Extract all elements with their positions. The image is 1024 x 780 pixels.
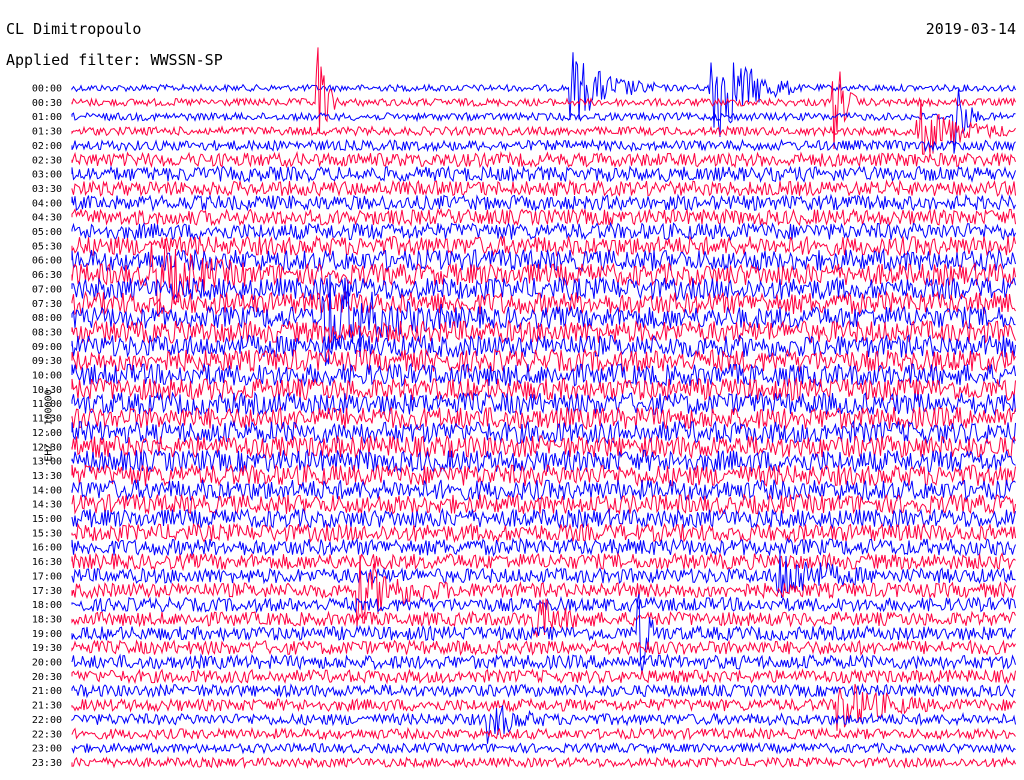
time-tick-label: 10:30 <box>32 385 62 396</box>
time-tick-label: 03:00 <box>32 170 62 181</box>
time-tick-label: 14:00 <box>32 485 62 496</box>
trace-row <box>71 551 1016 572</box>
trace-row <box>71 165 1016 184</box>
time-tick-label: 12:30 <box>32 442 62 453</box>
trace-row <box>71 52 1016 138</box>
time-tick-label: 23:30 <box>32 758 62 769</box>
trace-row <box>71 247 1016 273</box>
trace-row <box>71 726 1016 741</box>
time-tick-label: 01:30 <box>32 127 62 138</box>
time-tick-label: 00:30 <box>32 98 62 109</box>
time-tick-label: 04:00 <box>32 198 62 209</box>
trace-row <box>71 492 1016 516</box>
trace-row <box>71 705 1016 744</box>
trace-row <box>71 179 1016 197</box>
time-tick-label: 13:30 <box>32 471 62 482</box>
time-tick-label: 09:00 <box>32 342 62 353</box>
trace-row <box>71 463 1016 488</box>
time-tick-label: 05:00 <box>32 227 62 238</box>
time-tick-label: 04:30 <box>32 213 62 224</box>
time-tick-label: 02:00 <box>32 141 62 152</box>
trace-row <box>71 348 1016 374</box>
time-tick-label: 08:30 <box>32 327 62 338</box>
time-tick-label: 08:00 <box>32 313 62 324</box>
trace-row <box>71 207 1016 227</box>
time-tick-label: 15:30 <box>32 528 62 539</box>
time-tick-label: 20:00 <box>32 658 62 669</box>
trace-row <box>71 333 1016 358</box>
time-tick-label: 12:00 <box>32 428 62 439</box>
time-tick-label: 00:00 <box>32 84 62 95</box>
time-tick-label: 11:00 <box>32 399 62 410</box>
time-tick-label: 17:00 <box>32 571 62 582</box>
time-tick-label: 20:30 <box>32 672 62 683</box>
trace-row <box>71 150 1016 169</box>
trace-row <box>71 419 1016 445</box>
time-tick-label: 11:30 <box>32 414 62 425</box>
time-tick-label: 22:30 <box>32 729 62 740</box>
trace-row <box>71 741 1016 755</box>
time-tick-label: 18:00 <box>32 600 62 611</box>
trace-row <box>71 522 1016 544</box>
time-tick-label: 09:30 <box>32 356 62 367</box>
time-tick-label: 06:30 <box>32 270 62 281</box>
time-tick-label: 02:30 <box>32 155 62 166</box>
time-tick-label: 21:30 <box>32 701 62 712</box>
time-tick-label: 15:00 <box>32 514 62 525</box>
time-tick-label: 13:00 <box>32 457 62 468</box>
trace-row <box>71 391 1016 416</box>
trace-row <box>71 756 1016 770</box>
time-tick-label: 03:30 <box>32 184 62 195</box>
trace-row <box>71 537 1016 557</box>
time-tick-group: 00:00 00:30 01:00 01:30 02:00 02:30 03:00 03:30… <box>32 84 62 769</box>
time-tick-label: 18:30 <box>32 614 62 625</box>
time-tick-label: 05:30 <box>32 241 62 252</box>
trace-group <box>71 47 1016 770</box>
time-tick-label: 16:30 <box>32 557 62 568</box>
trace-row <box>71 138 1016 153</box>
time-tick-label: 06:00 <box>32 256 62 267</box>
trace-row <box>71 221 1016 242</box>
time-tick-label: 21:00 <box>32 686 62 697</box>
time-tick-label: 10:00 <box>32 371 62 382</box>
time-tick-label: 19:30 <box>32 643 62 654</box>
trace-row <box>71 653 1016 671</box>
time-tick-label: 01:00 <box>32 112 62 123</box>
trace-row <box>71 290 1016 317</box>
trace-row <box>71 682 1016 699</box>
time-tick-label: 23:00 <box>32 744 62 755</box>
trace-row <box>71 639 1016 657</box>
trace-row <box>71 668 1016 685</box>
time-tick-label: 07:30 <box>32 299 62 310</box>
trace-row <box>71 193 1016 213</box>
time-tick-label: 07:00 <box>32 284 62 295</box>
time-tick-label: 19:00 <box>32 629 62 640</box>
time-tick-label: 14:30 <box>32 500 62 511</box>
time-tick-label: 17:30 <box>32 586 62 597</box>
time-tick-label: 16:00 <box>32 543 62 554</box>
time-tick-label: 22:00 <box>32 715 62 726</box>
helicorder-plot: 00:00 00:30 01:00 01:30 02:00 02:30 03:00 03:30… <box>32 47 1016 770</box>
